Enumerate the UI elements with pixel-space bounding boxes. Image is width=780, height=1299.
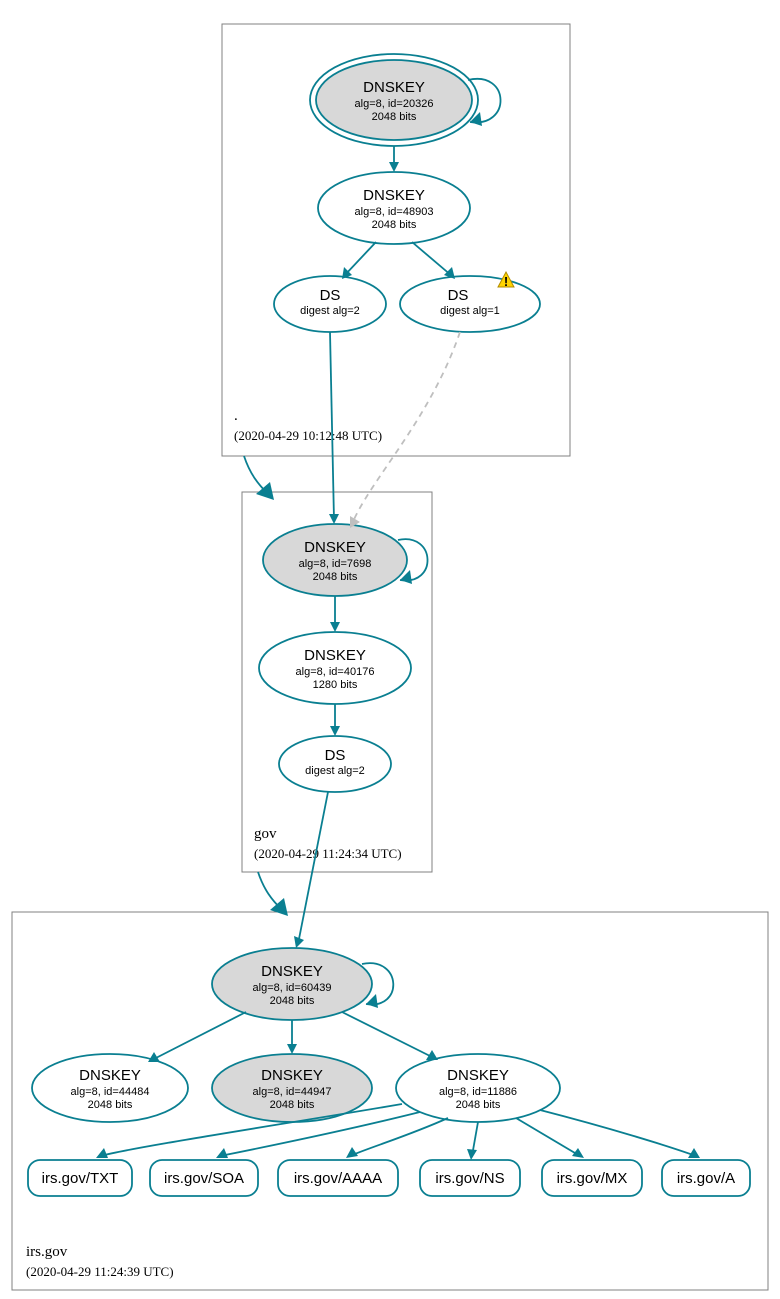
node-root-ksk: DNSKEY alg=8, id=20326 2048 bits (310, 54, 478, 146)
svg-text:irs.gov/A: irs.gov/A (677, 1170, 735, 1187)
svg-text:DNSKEY: DNSKEY (447, 1067, 509, 1084)
node-root-ds1: DS digest alg=1 ! (400, 272, 540, 332)
svg-text:digest alg=2: digest alg=2 (300, 305, 360, 317)
svg-text:!: ! (504, 274, 508, 289)
edge-11886-a (540, 1110, 696, 1156)
svg-text:alg=8, id=20326: alg=8, id=20326 (355, 98, 434, 110)
edge-govds-irsksk (298, 792, 328, 944)
svg-text:digest alg=2: digest alg=2 (305, 765, 365, 777)
zone-irsgov-label: irs.gov (26, 1244, 68, 1260)
edge-11886-mx (516, 1118, 580, 1156)
svg-text:DS: DS (320, 287, 341, 304)
svg-text:alg=8, id=44484: alg=8, id=44484 (71, 1086, 150, 1098)
svg-text:DS: DS (325, 747, 346, 764)
edge-rootzsk-ds2 (344, 242, 376, 276)
rrset-soa: irs.gov/SOA (150, 1160, 258, 1196)
zone-gov-label: gov (254, 826, 277, 842)
svg-text:2048 bits: 2048 bits (372, 219, 417, 231)
svg-text:2048 bits: 2048 bits (456, 1099, 501, 1111)
svg-text:irs.gov/AAAA: irs.gov/AAAA (294, 1170, 382, 1187)
edge-irsksk-11886 (342, 1012, 434, 1058)
svg-text:irs.gov/SOA: irs.gov/SOA (164, 1170, 244, 1187)
node-irs-11886: DNSKEY alg=8, id=11886 2048 bits (396, 1054, 560, 1122)
zone-root-timestamp: (2020-04-29 10:12:48 UTC) (234, 428, 382, 443)
svg-text:alg=8, id=7698: alg=8, id=7698 (299, 558, 372, 570)
svg-text:2048 bits: 2048 bits (270, 995, 315, 1007)
svg-text:irs.gov/TXT: irs.gov/TXT (42, 1170, 119, 1187)
svg-text:alg=8, id=48903: alg=8, id=48903 (355, 206, 434, 218)
zone-gov-timestamp: (2020-04-29 11:24:34 UTC) (254, 846, 402, 861)
node-irs-44947: DNSKEY alg=8, id=44947 2048 bits (212, 1054, 372, 1122)
svg-text:alg=8, id=44947: alg=8, id=44947 (253, 1086, 332, 1098)
node-root-ds2: DS digest alg=2 (274, 276, 386, 332)
svg-text:2048 bits: 2048 bits (270, 1099, 315, 1111)
svg-text:2048 bits: 2048 bits (372, 111, 417, 123)
svg-text:irs.gov/MX: irs.gov/MX (557, 1170, 628, 1187)
edge-irsksk-44484 (152, 1012, 246, 1060)
node-gov-zsk: DNSKEY alg=8, id=40176 1280 bits (259, 632, 411, 704)
svg-text:alg=8, id=60439: alg=8, id=60439 (253, 982, 332, 994)
rrset-ns: irs.gov/NS (420, 1160, 520, 1196)
rrset-txt: irs.gov/TXT (28, 1160, 132, 1196)
svg-text:DNSKEY: DNSKEY (304, 647, 366, 664)
node-irs-ksk: DNSKEY alg=8, id=60439 2048 bits (212, 948, 372, 1020)
svg-text:DNSKEY: DNSKEY (304, 539, 366, 556)
svg-text:2048 bits: 2048 bits (313, 571, 358, 583)
svg-text:DNSKEY: DNSKEY (261, 1067, 323, 1084)
dnssec-graph: . (2020-04-29 10:12:48 UTC) gov (2020-04… (0, 0, 780, 1299)
node-irs-44484: DNSKEY alg=8, id=44484 2048 bits (32, 1054, 188, 1122)
svg-text:irs.gov/NS: irs.gov/NS (435, 1170, 504, 1187)
svg-text:alg=8, id=40176: alg=8, id=40176 (296, 666, 375, 678)
node-root-zsk: DNSKEY alg=8, id=48903 2048 bits (318, 172, 470, 244)
zone-irsgov-timestamp: (2020-04-29 11:24:39 UTC) (26, 1264, 174, 1279)
svg-text:digest alg=1: digest alg=1 (440, 305, 500, 317)
edge-rootzsk-ds1 (412, 242, 452, 276)
svg-text:DNSKEY: DNSKEY (363, 79, 425, 96)
svg-text:2048 bits: 2048 bits (88, 1099, 133, 1111)
svg-text:DNSKEY: DNSKEY (261, 963, 323, 980)
rrset-a: irs.gov/A (662, 1160, 750, 1196)
node-gov-ksk: DNSKEY alg=8, id=7698 2048 bits (263, 524, 407, 596)
zone-root-label: . (234, 408, 238, 424)
rrset-aaaa: irs.gov/AAAA (278, 1160, 398, 1196)
svg-text:1280 bits: 1280 bits (313, 679, 358, 691)
edge-11886-aaaa (350, 1118, 448, 1156)
node-gov-ds: DS digest alg=2 (279, 736, 391, 792)
svg-text:alg=8, id=11886: alg=8, id=11886 (439, 1086, 517, 1098)
rrset-mx: irs.gov/MX (542, 1160, 642, 1196)
svg-text:DNSKEY: DNSKEY (79, 1067, 141, 1084)
svg-text:DNSKEY: DNSKEY (363, 187, 425, 204)
svg-text:DS: DS (448, 287, 469, 304)
